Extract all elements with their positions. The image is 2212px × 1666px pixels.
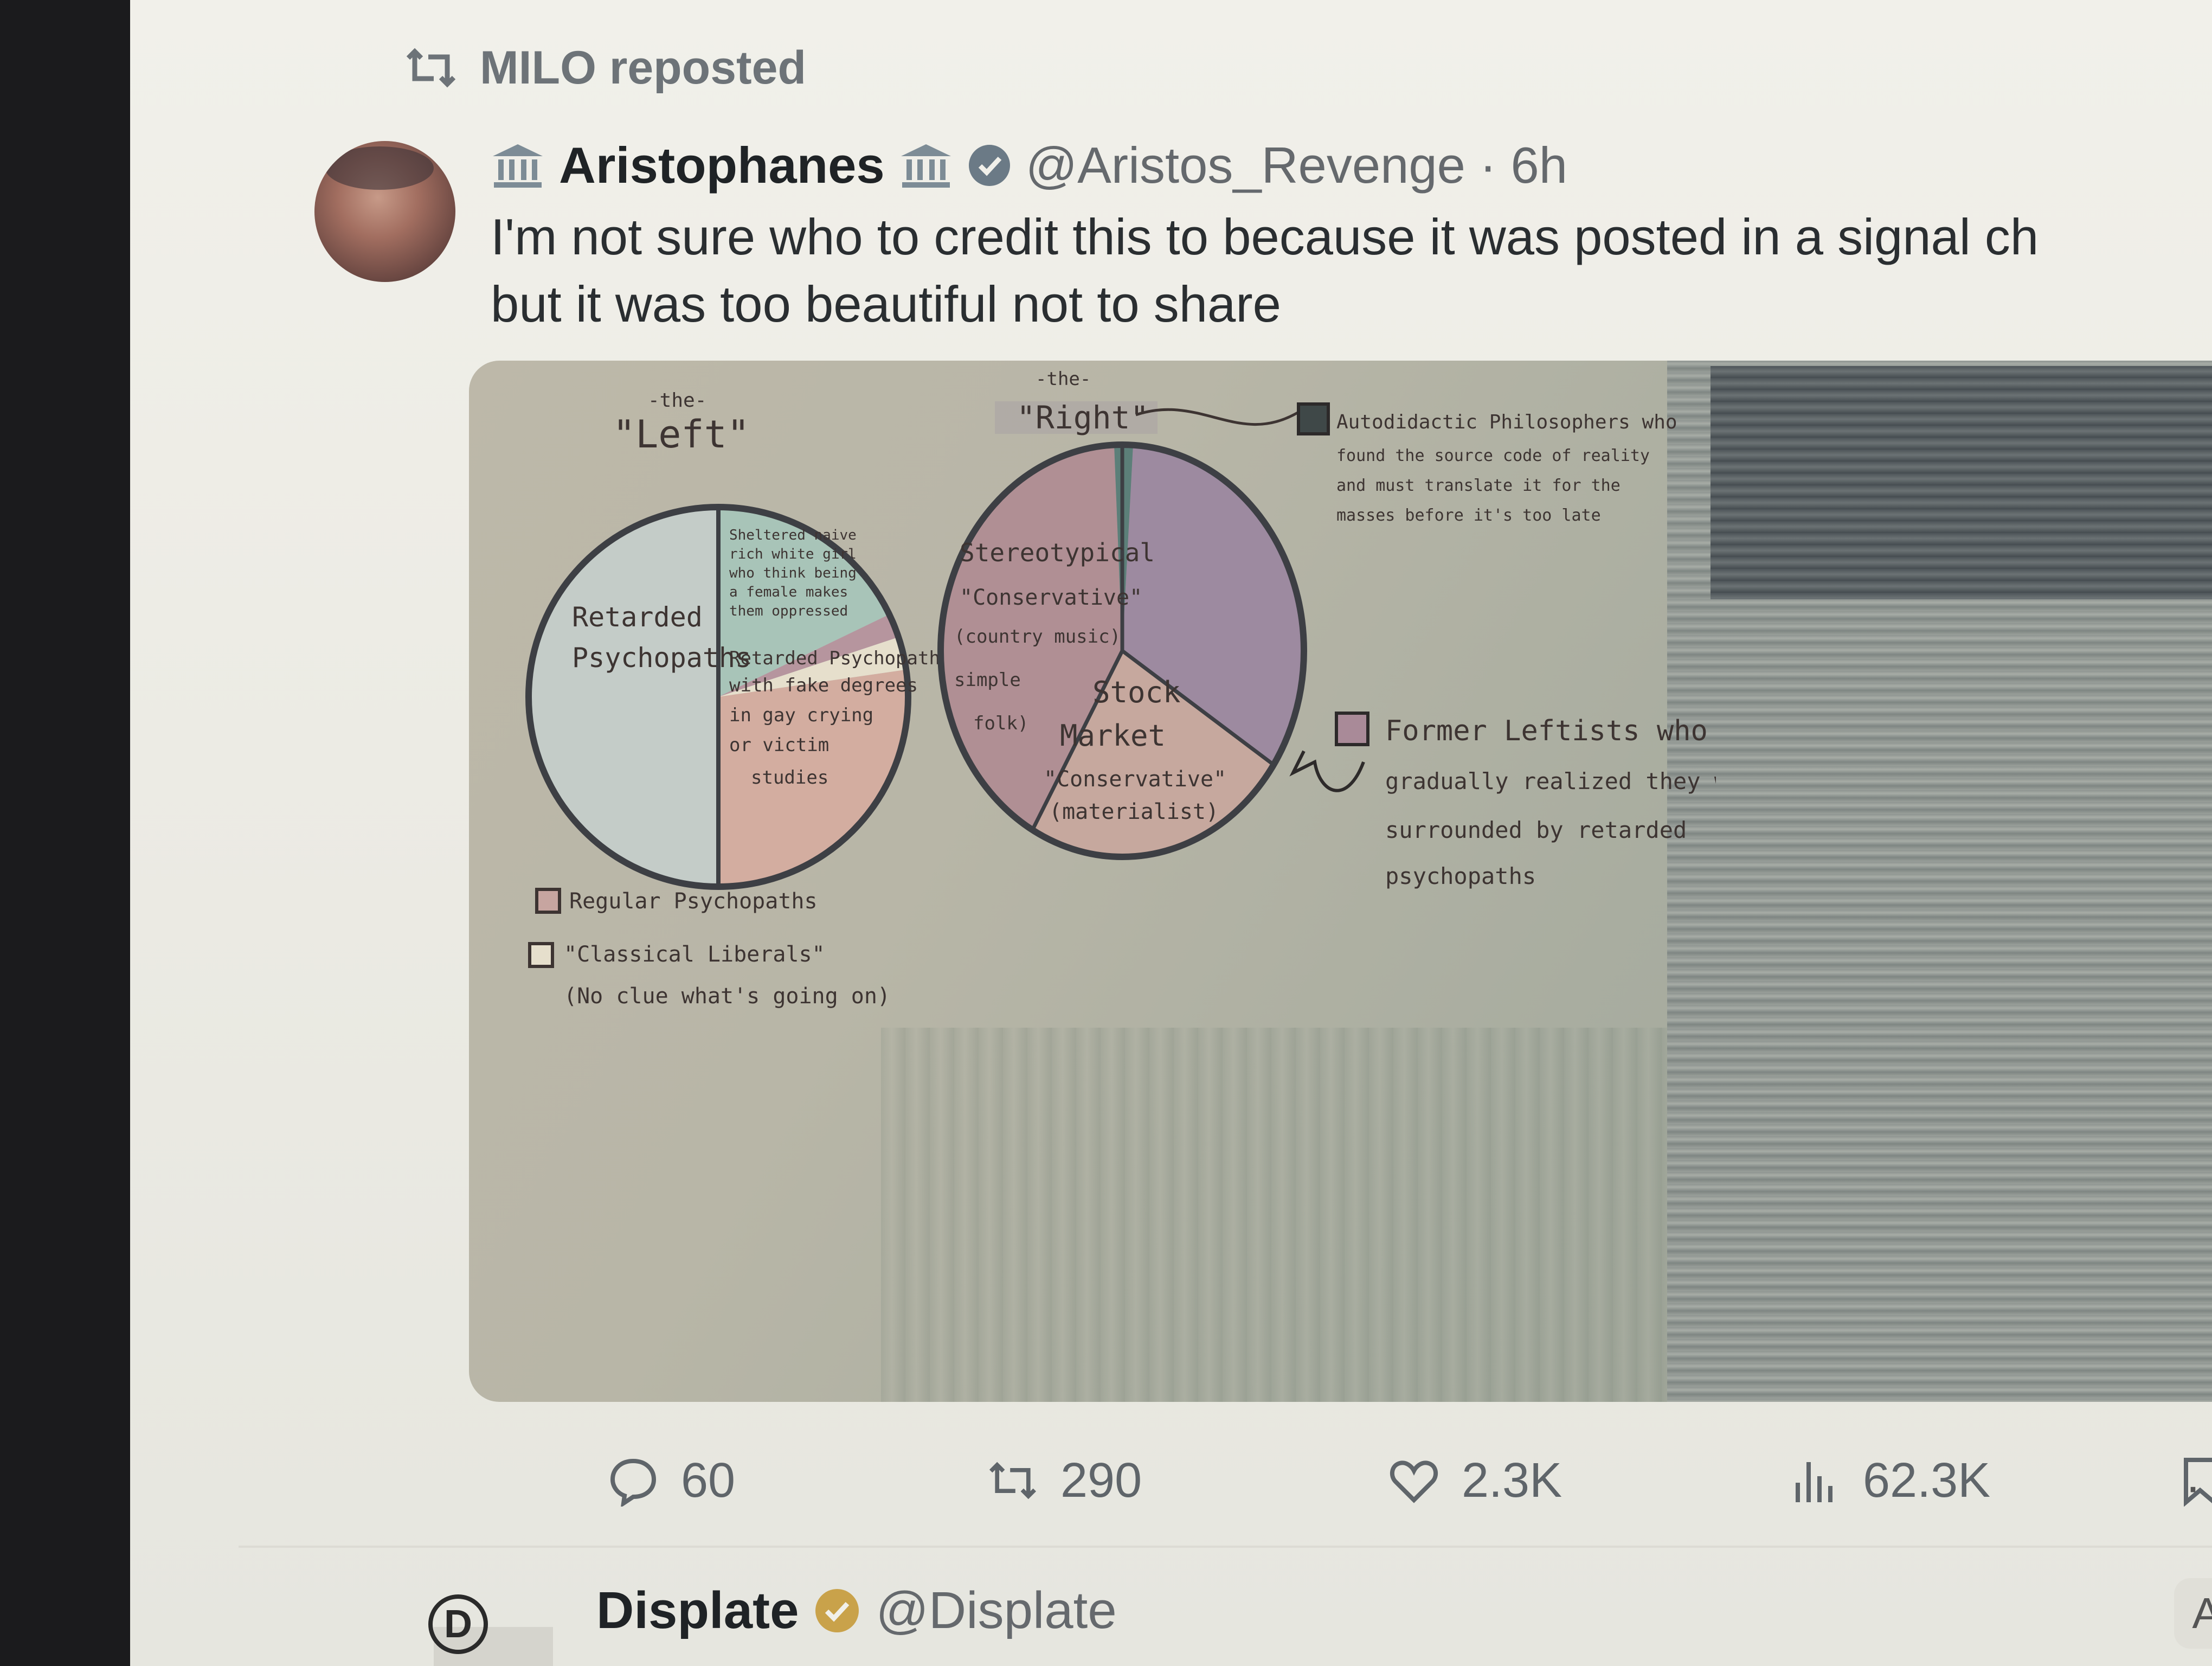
legend-autodidactic-line: masses before it's too late	[1336, 506, 1601, 525]
legend-swatch-regular	[535, 888, 561, 914]
left-label-line: or victim	[729, 734, 829, 756]
right-label-line: simple	[954, 669, 1021, 691]
right-title-arrow	[1135, 408, 1300, 426]
left-pie-slice-retarded-psychopaths	[529, 507, 718, 887]
repost-count: 290	[1060, 1453, 1142, 1508]
image-dark-region	[1711, 366, 2212, 599]
temple-icon	[493, 144, 543, 188]
right-super-label: -the-	[1036, 368, 1091, 390]
verified-gold-badge-icon	[815, 1589, 859, 1632]
left-super-label: -the-	[648, 389, 706, 412]
ad-badge: A	[2174, 1578, 2212, 1649]
repost-button[interactable]: 290	[987, 1443, 1142, 1518]
left-label-line: Sheltered naive	[729, 527, 857, 543]
right-title: "Right"	[1017, 399, 1149, 436]
repost-context[interactable]: MILO reposted	[404, 38, 806, 98]
handle-and-time[interactable]: @Aristos_Revenge · 6h	[1026, 136, 1567, 195]
left-label-line: with fake degrees	[729, 675, 918, 696]
left-label-line: Retarded	[572, 601, 703, 633]
legend-autodidactic-line: and must translate it for the	[1336, 476, 1621, 495]
right-label-line: folk)	[973, 713, 1028, 734]
right-label-line: "Conservative"	[960, 585, 1142, 610]
tweet-text: I'm not sure who to credit this to becau…	[491, 203, 2212, 338]
tweet-divider	[239, 1546, 2212, 1548]
legend-autodidactic-line: found the source code of reality	[1336, 446, 1650, 465]
left-label-line: a female makes	[729, 584, 848, 600]
right-label-line: "Conservative"	[1044, 767, 1226, 792]
right-label-line: Stereotypical	[960, 538, 1155, 567]
legend-classical: "Classical Liberals"	[564, 942, 825, 967]
repost-icon	[406, 48, 456, 88]
reply-count: 60	[681, 1453, 736, 1508]
right-label-line: (materialist)	[1049, 799, 1219, 824]
like-count: 2.3K	[1462, 1453, 1562, 1508]
left-label-line: in gay crying	[729, 704, 873, 726]
legend-former-line: surrounded by retarded	[1385, 817, 1687, 843]
reply-button[interactable]: 60	[607, 1443, 735, 1518]
legend-regular: Regular Psychopaths	[569, 889, 818, 914]
temple-icon	[901, 144, 951, 188]
left-label-line: who think being	[729, 565, 857, 581]
tweet-text-line: but it was too beautiful not to share	[491, 275, 1281, 332]
legend-swatch-classical	[528, 942, 554, 968]
left-label-line: studies	[751, 767, 828, 789]
left-label-line: Psychopaths	[572, 642, 751, 674]
views-button[interactable]: 62.3K	[1789, 1443, 1990, 1518]
next-display-name[interactable]: Displate	[596, 1581, 799, 1641]
legend-former-line: psychopaths	[1385, 863, 1536, 889]
tweet-image[interactable]: -the- "Left" Retarded Psychopaths Shelte…	[469, 361, 2212, 1402]
displate-logo-icon[interactable]: D	[428, 1594, 488, 1654]
right-label-line: Market	[1060, 719, 1166, 753]
legend-arrow	[1289, 750, 1365, 792]
repost-label: MILO reposted	[480, 41, 807, 94]
view-count: 62.3K	[1863, 1453, 1991, 1508]
legend-former-line: gradually realized they were	[1385, 768, 1716, 794]
verified-badge-icon	[968, 145, 1010, 186]
views-bar-chart-icon	[1796, 1462, 1832, 1502]
tweet-header: Aristophanes @Aristos_Revenge · 6h	[491, 130, 1567, 201]
left-label-line: rich white girl	[729, 546, 857, 562]
like-button[interactable]: 2.3K	[1388, 1443, 1562, 1518]
tweet-text-line: I'm not sure who to credit this to becau…	[491, 208, 2039, 265]
legend-former-line: Former Leftists who	[1385, 715, 1708, 747]
hand-drawn-pie-charts: -the- "Left" Retarded Psychopaths Shelte…	[525, 368, 1716, 1009]
repost-icon	[989, 1462, 1037, 1500]
heart-icon	[1390, 1460, 1438, 1503]
share-icon-edge[interactable]: ·	[2185, 1459, 2201, 1515]
left-title: "Left"	[613, 412, 750, 457]
left-label-line: them oppressed	[729, 603, 848, 619]
screen: MILO reposted Aristophanes @Aristos_Reve…	[130, 0, 2212, 1666]
right-label-line: (country music)	[954, 626, 1121, 648]
reply-icon	[610, 1458, 657, 1507]
display-name[interactable]: Aristophanes	[559, 136, 885, 195]
tweet-actions: 60 290 2.3K 62.3K	[488, 1443, 2212, 1518]
right-label-line: Stock	[1092, 675, 1181, 709]
avatar[interactable]	[314, 141, 455, 282]
legend-classical-sub: (No clue what's going on)	[564, 984, 890, 1009]
legend-swatch-autodidactic	[1297, 402, 1330, 435]
next-handle[interactable]: @Displate	[876, 1581, 1116, 1641]
left-label-line: Retarded Psychopaths	[729, 648, 951, 669]
legend-autodidactic-line: Autodidactic Philosophers who	[1336, 411, 1677, 433]
legend-swatch-former-leftists	[1335, 712, 1369, 746]
next-tweet-header: Displate @Displate	[596, 1573, 1117, 1649]
